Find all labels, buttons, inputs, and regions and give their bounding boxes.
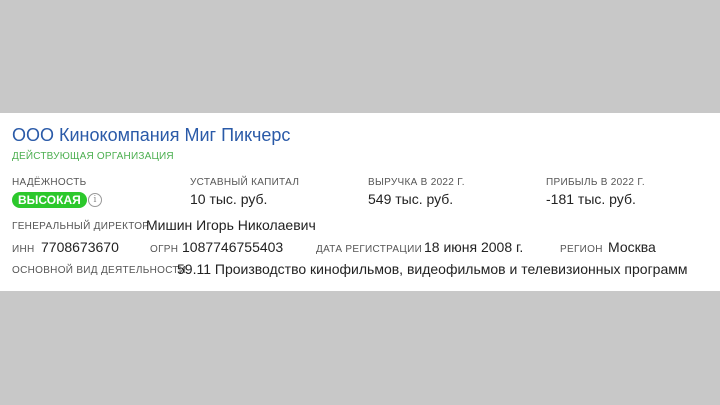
status-label: ДЕЙСТВУЮЩАЯ ОРГАНИЗАЦИЯ <box>12 151 174 162</box>
director-name-link[interactable]: Мишин Игорь Николаевич <box>146 217 316 233</box>
revenue-label: ВЫРУЧКА В 2022 Г. <box>368 177 465 188</box>
region-label: РЕГИОН <box>560 244 603 255</box>
profit-label: ПРИБЫЛЬ В 2022 Г. <box>546 177 645 188</box>
reliability-label: НАДЁЖНОСТЬ <box>12 177 87 188</box>
profit-value: -181 тыс. руб. <box>546 191 636 207</box>
ogrn-value: 1087746755403 <box>182 239 284 255</box>
director-label: ГЕНЕРАЛЬНЫЙ ДИРЕКТОР <box>12 221 150 232</box>
info-icon[interactable]: i <box>88 193 102 207</box>
reg-date-label: ДАТА РЕГИСТРАЦИИ <box>316 244 423 255</box>
activity-label: ОСНОВНОЙ ВИД ДЕЯТЕЛЬНОСТИ <box>12 265 187 276</box>
company-card: ООО Кинокомпания Миг Пикчерс ДЕЙСТВУЮЩАЯ… <box>0 113 720 291</box>
capital-label: УСТАВНЫЙ КАПИТАЛ <box>190 177 300 188</box>
reg-date-value: 18 июня 2008 г. <box>424 239 524 255</box>
company-name-link[interactable]: ООО Кинокомпания Миг Пикчерс <box>12 125 290 146</box>
reliability-badge: ВЫСОКАЯ <box>12 192 87 208</box>
region-value: Москва <box>608 239 656 255</box>
ogrn-label: ОГРН <box>150 244 179 255</box>
inn-value: 7708673670 <box>41 239 119 255</box>
activity-value: 59.11 Производство кинофильмов, видеофил… <box>177 261 688 277</box>
revenue-value: 549 тыс. руб. <box>368 191 454 207</box>
inn-label: ИНН <box>12 244 35 255</box>
capital-value: 10 тыс. руб. <box>190 191 268 207</box>
